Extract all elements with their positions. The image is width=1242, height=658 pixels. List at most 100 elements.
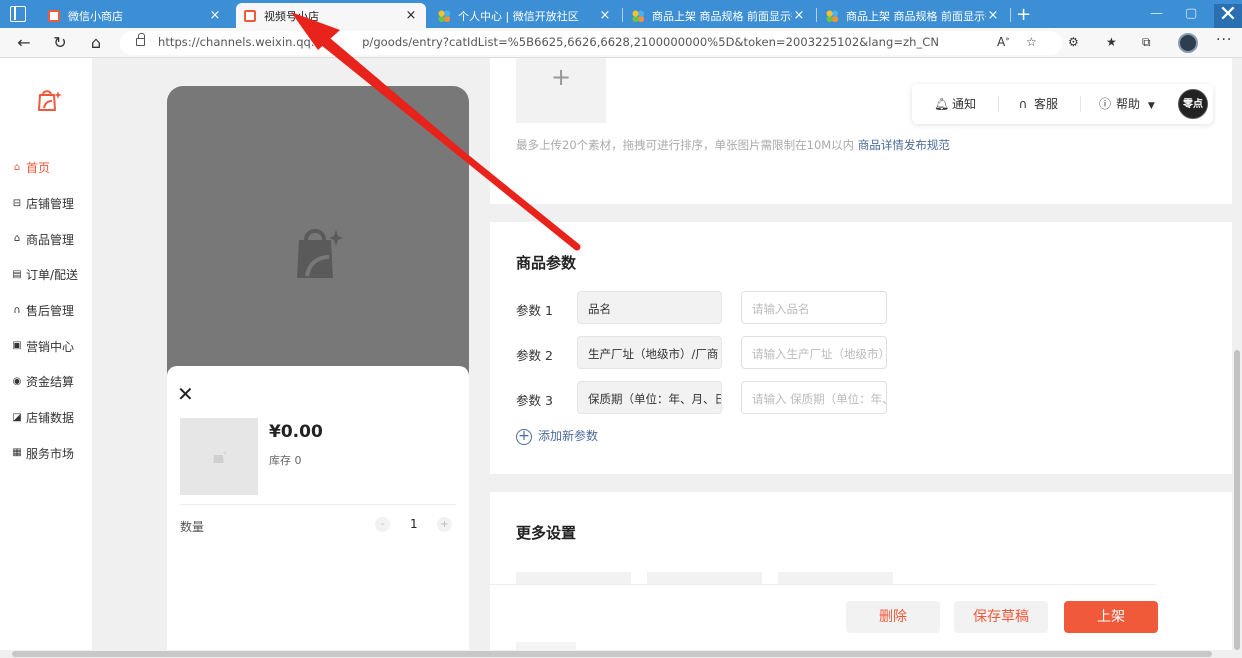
publish-button[interactable]: 上架 bbox=[1064, 601, 1158, 633]
url-field[interactable]: https://channels.weixin.qq.co p/goods/ent… bbox=[120, 31, 1062, 55]
param-value-input[interactable]: 请输入 保质期（单位：年、月、日） bbox=[741, 381, 887, 414]
param-name-field[interactable]: 品名 bbox=[577, 291, 722, 324]
settings-chip[interactable] bbox=[778, 572, 893, 584]
read-aloud-icon[interactable]: A» bbox=[997, 35, 1010, 49]
publish-rules-link[interactable]: 商品详情发布规范 bbox=[858, 138, 950, 152]
media-upload-panel: + 最多上传20个素材，拖拽可进行排序，单张图片需限制在10M以内 商品详情发布… bbox=[490, 58, 1232, 204]
params-section-title: 商品参数 bbox=[516, 254, 577, 272]
collections-icon[interactable]: ⧉ bbox=[1142, 35, 1151, 50]
divider bbox=[998, 96, 999, 112]
sidebar-item-label: 售后管理 bbox=[26, 304, 75, 319]
quantity-minus-button[interactable]: - bbox=[375, 517, 390, 532]
window-close-button[interactable]: ✕ bbox=[1214, 4, 1242, 28]
tab-actions-icon[interactable] bbox=[10, 6, 26, 22]
sidebar-item-market[interactable]: ▦ 服务市场 bbox=[12, 436, 78, 472]
close-icon[interactable]: × bbox=[986, 8, 1000, 23]
sidebar-item-label: 资金结算 bbox=[26, 375, 75, 390]
tab-separator bbox=[622, 8, 623, 22]
product-params-panel: 商品参数 参数 1 品名 请输入品名 参数 2 生产厂址（地级市）/厂商 请输入… bbox=[490, 222, 1232, 474]
sidebar-item-label: 店铺管理 bbox=[26, 197, 75, 212]
settings-chip[interactable] bbox=[516, 572, 631, 584]
sidebar-item-data[interactable]: ◪ 店铺数据 bbox=[12, 400, 78, 436]
browser-tab-5[interactable]: 商品上架 商品规格 前面显示很乱 × bbox=[818, 3, 1008, 28]
grid-icon: ▦ bbox=[12, 447, 22, 459]
sidebar-item-aftersale[interactable]: ∩ 售后管理 bbox=[12, 293, 78, 329]
sidebar-menu: ⌂ 首页 ⊟ 店铺管理 ⌂ 商品管理 ▤ 订单/配送 ∩ 售后管理 ▣ 营销中心… bbox=[12, 150, 78, 471]
param-label: 参数 3 bbox=[516, 393, 553, 408]
browser-tab-4[interactable]: 商品上架 商品规格 前面显示很乱 × bbox=[624, 3, 814, 28]
sidebar-item-settlement[interactable]: ◉ 资金结算 bbox=[12, 364, 78, 400]
save-draft-button[interactable]: 保存草稿 bbox=[954, 601, 1048, 633]
settings-chip[interactable] bbox=[647, 572, 762, 584]
red-bag-icon bbox=[48, 9, 60, 22]
browser-tab-3[interactable]: 个人中心 | 微信开放社区 × bbox=[430, 3, 620, 28]
help-button[interactable]: ⓘ 帮助 ▼ bbox=[1098, 95, 1155, 112]
param-name-field[interactable]: 保质期（单位：年、月、日） bbox=[577, 381, 722, 414]
close-icon[interactable]: × bbox=[792, 8, 806, 23]
address-bar: ← ↻ ⌂ https://channels.weixin.qq.co p/goo… bbox=[0, 28, 1242, 58]
notify-button[interactable]: 🔔︎ 通知 bbox=[934, 95, 976, 112]
service-button[interactable]: ∩ 客服 bbox=[1016, 95, 1058, 112]
sidebar-item-label: 首页 bbox=[26, 161, 51, 176]
sidebar-item-label: 商品管理 bbox=[26, 232, 75, 247]
sidebar-item-label: 订单/配送 bbox=[26, 268, 79, 283]
faded-row bbox=[516, 642, 576, 650]
more-dots-icon[interactable]: ··· bbox=[1216, 32, 1232, 48]
quantity-label: 数量 bbox=[180, 520, 205, 534]
close-icon[interactable]: ✕ bbox=[177, 382, 194, 406]
upload-image-button[interactable]: + bbox=[516, 58, 606, 123]
quantity-plus-button[interactable]: + bbox=[437, 517, 452, 532]
browser-tab-2-active[interactable]: 视频号小店 × bbox=[236, 3, 426, 28]
sku-price: ¥0.00 bbox=[269, 422, 323, 442]
horizontal-scrollbar[interactable] bbox=[0, 650, 1242, 658]
profile-avatar[interactable] bbox=[1178, 33, 1198, 53]
headset-icon: ∩ bbox=[1018, 97, 1028, 111]
refresh-icon[interactable]: ↻ bbox=[50, 33, 70, 53]
more-section-title: 更多设置 bbox=[516, 524, 577, 542]
home-icon[interactable]: ⌂ bbox=[86, 33, 106, 53]
plus-circle-icon: + bbox=[516, 428, 532, 445]
extensions-icon[interactable]: ⚙ bbox=[1068, 35, 1079, 49]
vertical-scrollbar[interactable] bbox=[1232, 58, 1242, 650]
scrollbar-thumb[interactable] bbox=[12, 651, 1212, 657]
new-tab-button[interactable]: + bbox=[1016, 4, 1031, 25]
top-right-toolbar: 🔔︎ 通知 ∩ 客服 ⓘ 帮助 ▼ 零点 bbox=[912, 84, 1213, 124]
minimize-icon[interactable]: — bbox=[1150, 6, 1163, 21]
divider bbox=[1080, 96, 1081, 112]
close-icon[interactable]: × bbox=[598, 8, 612, 23]
param-value-input[interactable]: 请输入生产厂址（地级市） bbox=[741, 336, 887, 369]
close-icon[interactable]: × bbox=[404, 8, 418, 23]
param-label: 参数 1 bbox=[516, 303, 553, 318]
sku-sheet: ✕ ¥0.00 库存 0 数量 - 1 + bbox=[167, 366, 469, 658]
param-name-field[interactable]: 生产厂址（地级市）/厂商 bbox=[577, 336, 722, 369]
shopping-bag-placeholder-icon bbox=[297, 229, 343, 278]
back-arrow-icon[interactable]: ← bbox=[14, 33, 34, 53]
headset-icon: ∩ bbox=[13, 304, 21, 316]
favorites-icon[interactable]: ★ bbox=[1106, 35, 1117, 49]
quantity-value: 1 bbox=[410, 517, 418, 531]
colorful-dots-icon bbox=[438, 9, 450, 22]
scrollbar-thumb[interactable] bbox=[1234, 350, 1240, 650]
yuan-icon: ◉ bbox=[12, 375, 22, 387]
add-param-button[interactable]: + 添加新参数 bbox=[516, 427, 598, 445]
url-text: https://channels.weixin.qq.co p/goods/ent… bbox=[158, 35, 939, 49]
sidebar-item-goods[interactable]: ⌂ 商品管理 bbox=[12, 221, 78, 257]
close-icon[interactable]: × bbox=[208, 8, 222, 23]
param-value-input[interactable]: 请输入品名 bbox=[741, 291, 887, 324]
restore-icon[interactable]: ▢ bbox=[1185, 6, 1197, 21]
tab-separator bbox=[1010, 8, 1011, 22]
sidebar-item-orders[interactable]: ▤ 订单/配送 bbox=[12, 257, 78, 293]
favorite-add-icon[interactable]: ☆ bbox=[1026, 35, 1037, 49]
browser-tab-1[interactable]: 微信小商店 × bbox=[40, 3, 230, 28]
sidebar-item-store[interactable]: ⊟ 店铺管理 bbox=[12, 186, 78, 222]
tab-title: 微信小商店 bbox=[68, 9, 123, 23]
avatar[interactable]: 零点 bbox=[1178, 89, 1208, 119]
coupon-icon: ▣ bbox=[12, 340, 22, 352]
sidebar-item-home[interactable]: ⌂ 首页 bbox=[12, 150, 78, 186]
delete-button[interactable]: 删除 bbox=[846, 601, 940, 633]
shop-logo-icon bbox=[38, 90, 62, 111]
notify-label: 通知 bbox=[952, 97, 977, 111]
chart-icon: ◪ bbox=[12, 411, 22, 423]
caret-down-icon: ▼ bbox=[1147, 101, 1155, 111]
sidebar-item-marketing[interactable]: ▣ 营销中心 bbox=[12, 328, 78, 364]
